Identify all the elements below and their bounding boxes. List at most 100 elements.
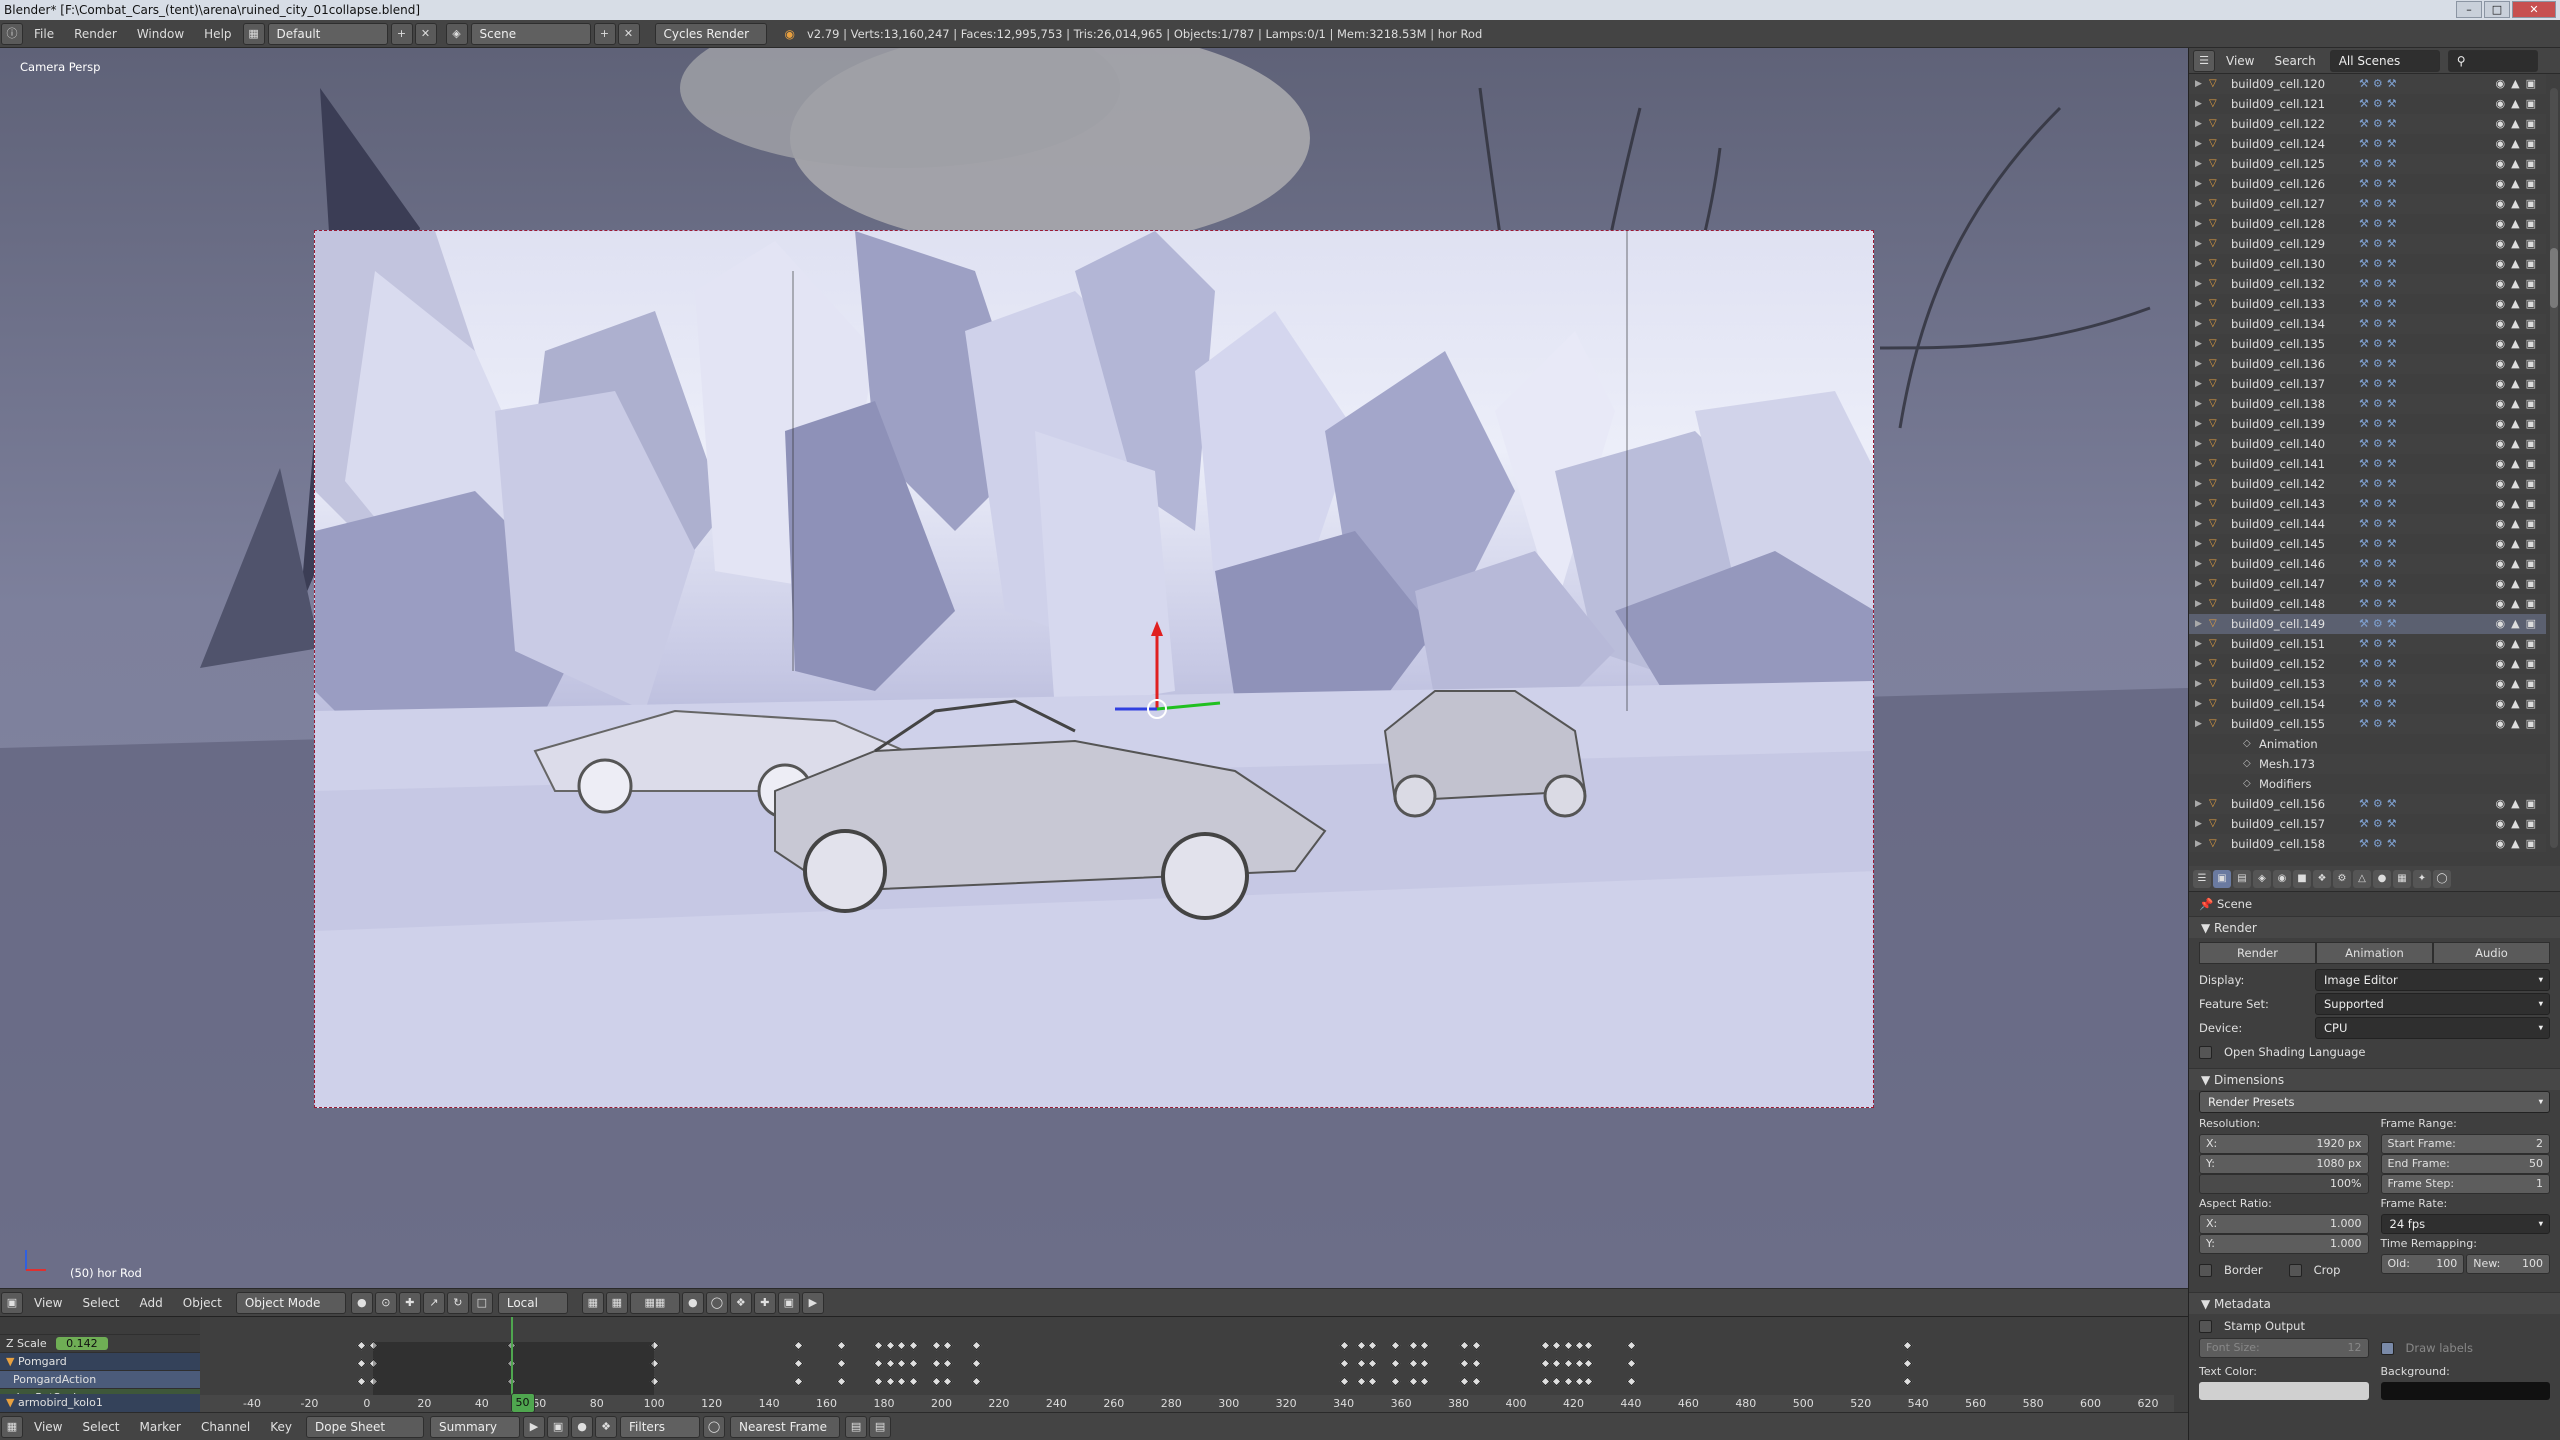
- visibility-icons[interactable]: ◉▲▣: [2496, 694, 2542, 714]
- outliner-menu-search[interactable]: Search: [2264, 50, 2325, 72]
- menu-render[interactable]: Render: [64, 23, 127, 45]
- menu-file[interactable]: File: [24, 23, 64, 45]
- device-dropdown[interactable]: CPU: [2315, 1017, 2550, 1039]
- outliner-item[interactable]: ▶ ▽ build09_cell.153 ⚒⚙⚒ ◉▲▣: [2189, 674, 2546, 694]
- visibility-icons[interactable]: ◉▲▣: [2496, 434, 2542, 454]
- keyframe[interactable]: [1459, 1340, 1470, 1351]
- editor-type-properties-icon[interactable]: ☰: [2193, 869, 2211, 888]
- modifier-icons[interactable]: ⚒⚙⚒: [2359, 714, 2401, 734]
- keyframe[interactable]: [356, 1376, 367, 1387]
- maximize-button[interactable]: □: [2484, 1, 2510, 18]
- copy-keys-icon[interactable]: ▤: [845, 1415, 868, 1438]
- keyframe[interactable]: [1408, 1358, 1419, 1369]
- dopesheet-area[interactable]: Z Scale 0.142 ▼ Pomgard PomgardAction Lo…: [0, 1316, 2188, 1413]
- end-frame-field[interactable]: End Frame: 50: [2380, 1154, 2550, 1174]
- physics-tab-icon[interactable]: ◯: [2433, 869, 2451, 888]
- summary-toggle[interactable]: Summary: [430, 1415, 521, 1438]
- editor-type-outliner-icon[interactable]: ☰: [2193, 49, 2215, 72]
- keyframe[interactable]: [873, 1376, 884, 1387]
- expand-triangle-icon[interactable]: ▶: [2195, 694, 2202, 714]
- keyframe[interactable]: [1419, 1340, 1430, 1351]
- menu-key[interactable]: Key: [260, 1416, 302, 1438]
- keyframe[interactable]: [908, 1376, 919, 1387]
- visibility-icons[interactable]: ◉▲▣: [2496, 394, 2542, 414]
- keyframe[interactable]: [873, 1340, 884, 1351]
- scene-tab-icon[interactable]: ◈: [2253, 869, 2271, 888]
- visibility-icons[interactable]: ◉▲▣: [2496, 794, 2542, 814]
- modifier-icons[interactable]: ⚒⚙⚒: [2359, 794, 2401, 814]
- menu-select[interactable]: Select: [72, 1292, 129, 1314]
- visibility-icons[interactable]: ◉▲▣: [2496, 274, 2542, 294]
- outliner-item[interactable]: ▶ ▽ build09_cell.133 ⚒⚙⚒ ◉▲▣: [2189, 294, 2546, 314]
- particles-tab-icon[interactable]: ✦: [2413, 869, 2431, 888]
- visibility-icons[interactable]: ◉▲▣: [2496, 454, 2542, 474]
- keyframe[interactable]: [942, 1358, 953, 1369]
- outliner-subitem[interactable]: ◇ Mesh.173: [2189, 754, 2546, 774]
- outliner-item[interactable]: ▶ ▽ build09_cell.149 ⚒⚙⚒ ◉▲▣: [2189, 614, 2546, 634]
- border-checkbox[interactable]: [2199, 1263, 2212, 1277]
- draw-labels-checkbox[interactable]: [2380, 1341, 2394, 1355]
- keyframe[interactable]: [1902, 1340, 1913, 1351]
- display-dropdown[interactable]: Image Editor: [2315, 969, 2550, 991]
- channel-pomgardaction[interactable]: PomgardAction: [0, 1371, 200, 1389]
- outliner-item[interactable]: ▶ ▽ build09_cell.152 ⚒⚙⚒ ◉▲▣: [2189, 654, 2546, 674]
- keyframe[interactable]: [1563, 1340, 1574, 1351]
- outliner-item[interactable]: ▶ ▽ build09_cell.138 ⚒⚙⚒ ◉▲▣: [2189, 394, 2546, 414]
- properties-editor[interactable]: ☰ ▣ ▤ ◈ ◉ ■ ❖ ⚙ △ ● ▦ ✦ ◯ 📌 Scene ▼ Rend…: [2188, 866, 2560, 1440]
- menu-object[interactable]: Object: [173, 1292, 232, 1314]
- keyframe[interactable]: [793, 1358, 804, 1369]
- start-frame-field[interactable]: Start Frame: 2: [2380, 1134, 2550, 1154]
- visibility-icons[interactable]: ◉▲▣: [2496, 574, 2542, 594]
- keyframe[interactable]: [1408, 1376, 1419, 1387]
- expand-triangle-icon[interactable]: ▶: [2195, 634, 2202, 654]
- outliner-item[interactable]: ▶ ▽ build09_cell.125 ⚒⚙⚒ ◉▲▣: [2189, 154, 2546, 174]
- modifiers-tab-icon[interactable]: ⚙: [2333, 869, 2351, 888]
- outliner-tree[interactable]: ▶ ▽ build09_cell.120 ⚒⚙⚒ ◉▲▣ ▶ ▽ build09_cell.1…: [2189, 74, 2546, 852]
- modifier-icons[interactable]: ⚒⚙⚒: [2359, 814, 2401, 834]
- expand-triangle-icon[interactable]: ▶: [2195, 834, 2202, 852]
- render-engine-dropdown[interactable]: Cycles Render: [654, 22, 767, 45]
- keyframe[interactable]: [1551, 1340, 1562, 1351]
- keyframe[interactable]: [908, 1358, 919, 1369]
- channel-armobird[interactable]: ▼ armobird_kolo1: [0, 1394, 200, 1412]
- render-tab-icon[interactable]: ▣: [2213, 869, 2231, 888]
- dopesheet-mode-dropdown[interactable]: Dope Sheet: [306, 1415, 425, 1438]
- visibility-icons[interactable]: ◉▲▣: [2496, 474, 2542, 494]
- animation-button[interactable]: Animation: [2316, 942, 2433, 964]
- modifier-icons[interactable]: ⚒⚙⚒: [2359, 94, 2401, 114]
- expand-triangle-icon[interactable]: ▶: [2195, 574, 2202, 594]
- expand-triangle-icon[interactable]: ▶: [2195, 534, 2202, 554]
- outliner-item[interactable]: ▶ ▽ build09_cell.132 ⚒⚙⚒ ◉▲▣: [2189, 274, 2546, 294]
- keyframe[interactable]: [836, 1376, 847, 1387]
- snap-target-icon[interactable]: ✚: [753, 1291, 776, 1314]
- keyframe[interactable]: [1356, 1376, 1367, 1387]
- modifier-icons[interactable]: ⚒⚙⚒: [2359, 74, 2401, 94]
- osl-checkbox[interactable]: [2199, 1045, 2212, 1059]
- data-tab-icon[interactable]: △: [2353, 869, 2371, 888]
- keyframe[interactable]: [1356, 1358, 1367, 1369]
- keyframe[interactable]: [1626, 1376, 1637, 1387]
- visibility-icons[interactable]: ◉▲▣: [2496, 114, 2542, 134]
- outliner-item[interactable]: ▶ ▽ build09_cell.139 ⚒⚙⚒ ◉▲▣: [2189, 414, 2546, 434]
- visibility-icons[interactable]: ◉▲▣: [2496, 534, 2542, 554]
- expand-triangle-icon[interactable]: ▶: [2195, 674, 2202, 694]
- keyframe[interactable]: [1540, 1358, 1551, 1369]
- expand-triangle-icon[interactable]: ▶: [2195, 374, 2202, 394]
- new-field[interactable]: New: 100: [2466, 1254, 2550, 1274]
- keyframe[interactable]: [1551, 1376, 1562, 1387]
- expand-triangle-icon[interactable]: ▶: [2195, 394, 2202, 414]
- keyframe[interactable]: [1540, 1376, 1551, 1387]
- modifier-icons[interactable]: ⚒⚙⚒: [2359, 534, 2401, 554]
- expand-triangle-icon[interactable]: ▶: [2195, 334, 2202, 354]
- resolution-percent-field[interactable]: 100%: [2199, 1174, 2369, 1194]
- menu-window[interactable]: Window: [127, 23, 194, 45]
- layer-buttons[interactable]: ▦▦: [629, 1291, 680, 1314]
- outliner-item[interactable]: ▶ ▽ build09_cell.120 ⚒⚙⚒ ◉▲▣: [2189, 74, 2546, 94]
- outliner-item[interactable]: ▶ ▽ build09_cell.134 ⚒⚙⚒ ◉▲▣: [2189, 314, 2546, 334]
- visibility-icons[interactable]: ◉▲▣: [2496, 294, 2542, 314]
- keyframe[interactable]: [896, 1340, 907, 1351]
- modifier-icons[interactable]: ⚒⚙⚒: [2359, 274, 2401, 294]
- keyframe[interactable]: [1540, 1340, 1551, 1351]
- viewport-shading-icon[interactable]: ●: [350, 1291, 373, 1314]
- visibility-icons[interactable]: ◉▲▣: [2496, 314, 2542, 334]
